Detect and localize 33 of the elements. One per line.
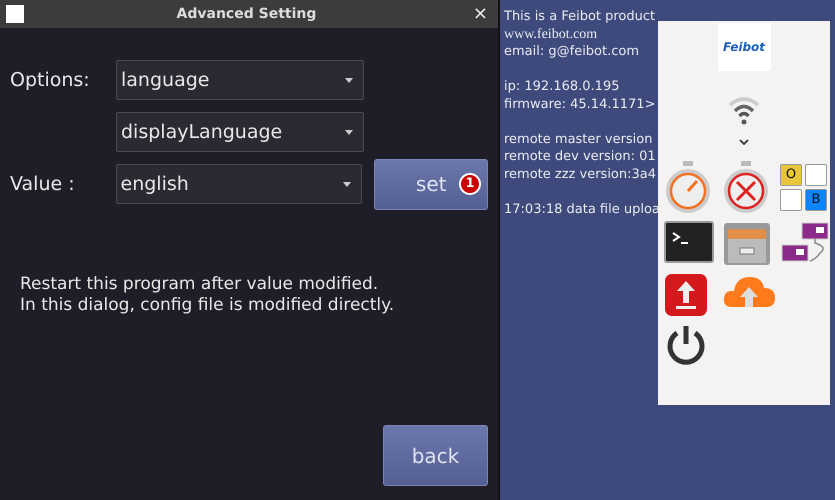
- stopwatch-icon[interactable]: [664, 159, 712, 215]
- upload-icon[interactable]: [664, 273, 708, 317]
- set-button[interactable]: set 1: [374, 158, 488, 210]
- window-title: Advanced Setting: [176, 4, 318, 24]
- back-button[interactable]: back: [383, 425, 488, 486]
- info-text: remote dev version: 01: [504, 148, 657, 166]
- options-label: Options:: [10, 68, 90, 91]
- file-cabinet-icon[interactable]: [722, 221, 772, 267]
- caret-icon: [343, 182, 352, 186]
- dropdown[interactable]: english: [116, 164, 362, 204]
- stopwatch-x-icon[interactable]: [722, 159, 770, 215]
- dropdown[interactable]: displayLanguage: [116, 112, 364, 152]
- indicator-cell: B: [805, 188, 827, 210]
- caret-icon: [345, 130, 353, 134]
- info-text: remote master version: [504, 130, 654, 148]
- chevron-down-icon[interactable]: [739, 139, 749, 145]
- info-text: ip: 192.168.0.195: [504, 78, 620, 96]
- terminal-icon[interactable]: [664, 221, 714, 263]
- info-text: This is a Feibot product: [504, 8, 656, 26]
- indicator-cell: O: [780, 164, 802, 186]
- info-text: email: g@feibot.com: [504, 43, 640, 60]
- message-text: Restart this program after value modified. In this dialog, config file is modified directly.: [19, 274, 396, 316]
- info-text: remote zzz version:3a4: [504, 166, 658, 183]
- info-text: www.feibot.com: [504, 26, 598, 43]
- info-text: firmware: 45.14.1171>: [504, 96, 656, 113]
- caret-icon: [345, 78, 353, 82]
- wifi-icon[interactable]: [727, 95, 761, 125]
- dropdown[interactable]: language: [116, 60, 364, 100]
- notification-badge: 1: [458, 172, 481, 194]
- close-button[interactable]: ×: [468, 5, 492, 23]
- logo: Feibot: [718, 23, 770, 71]
- info-text: 17:03:18 data file uploa: [504, 200, 658, 218]
- value-label: Value :: [10, 172, 75, 195]
